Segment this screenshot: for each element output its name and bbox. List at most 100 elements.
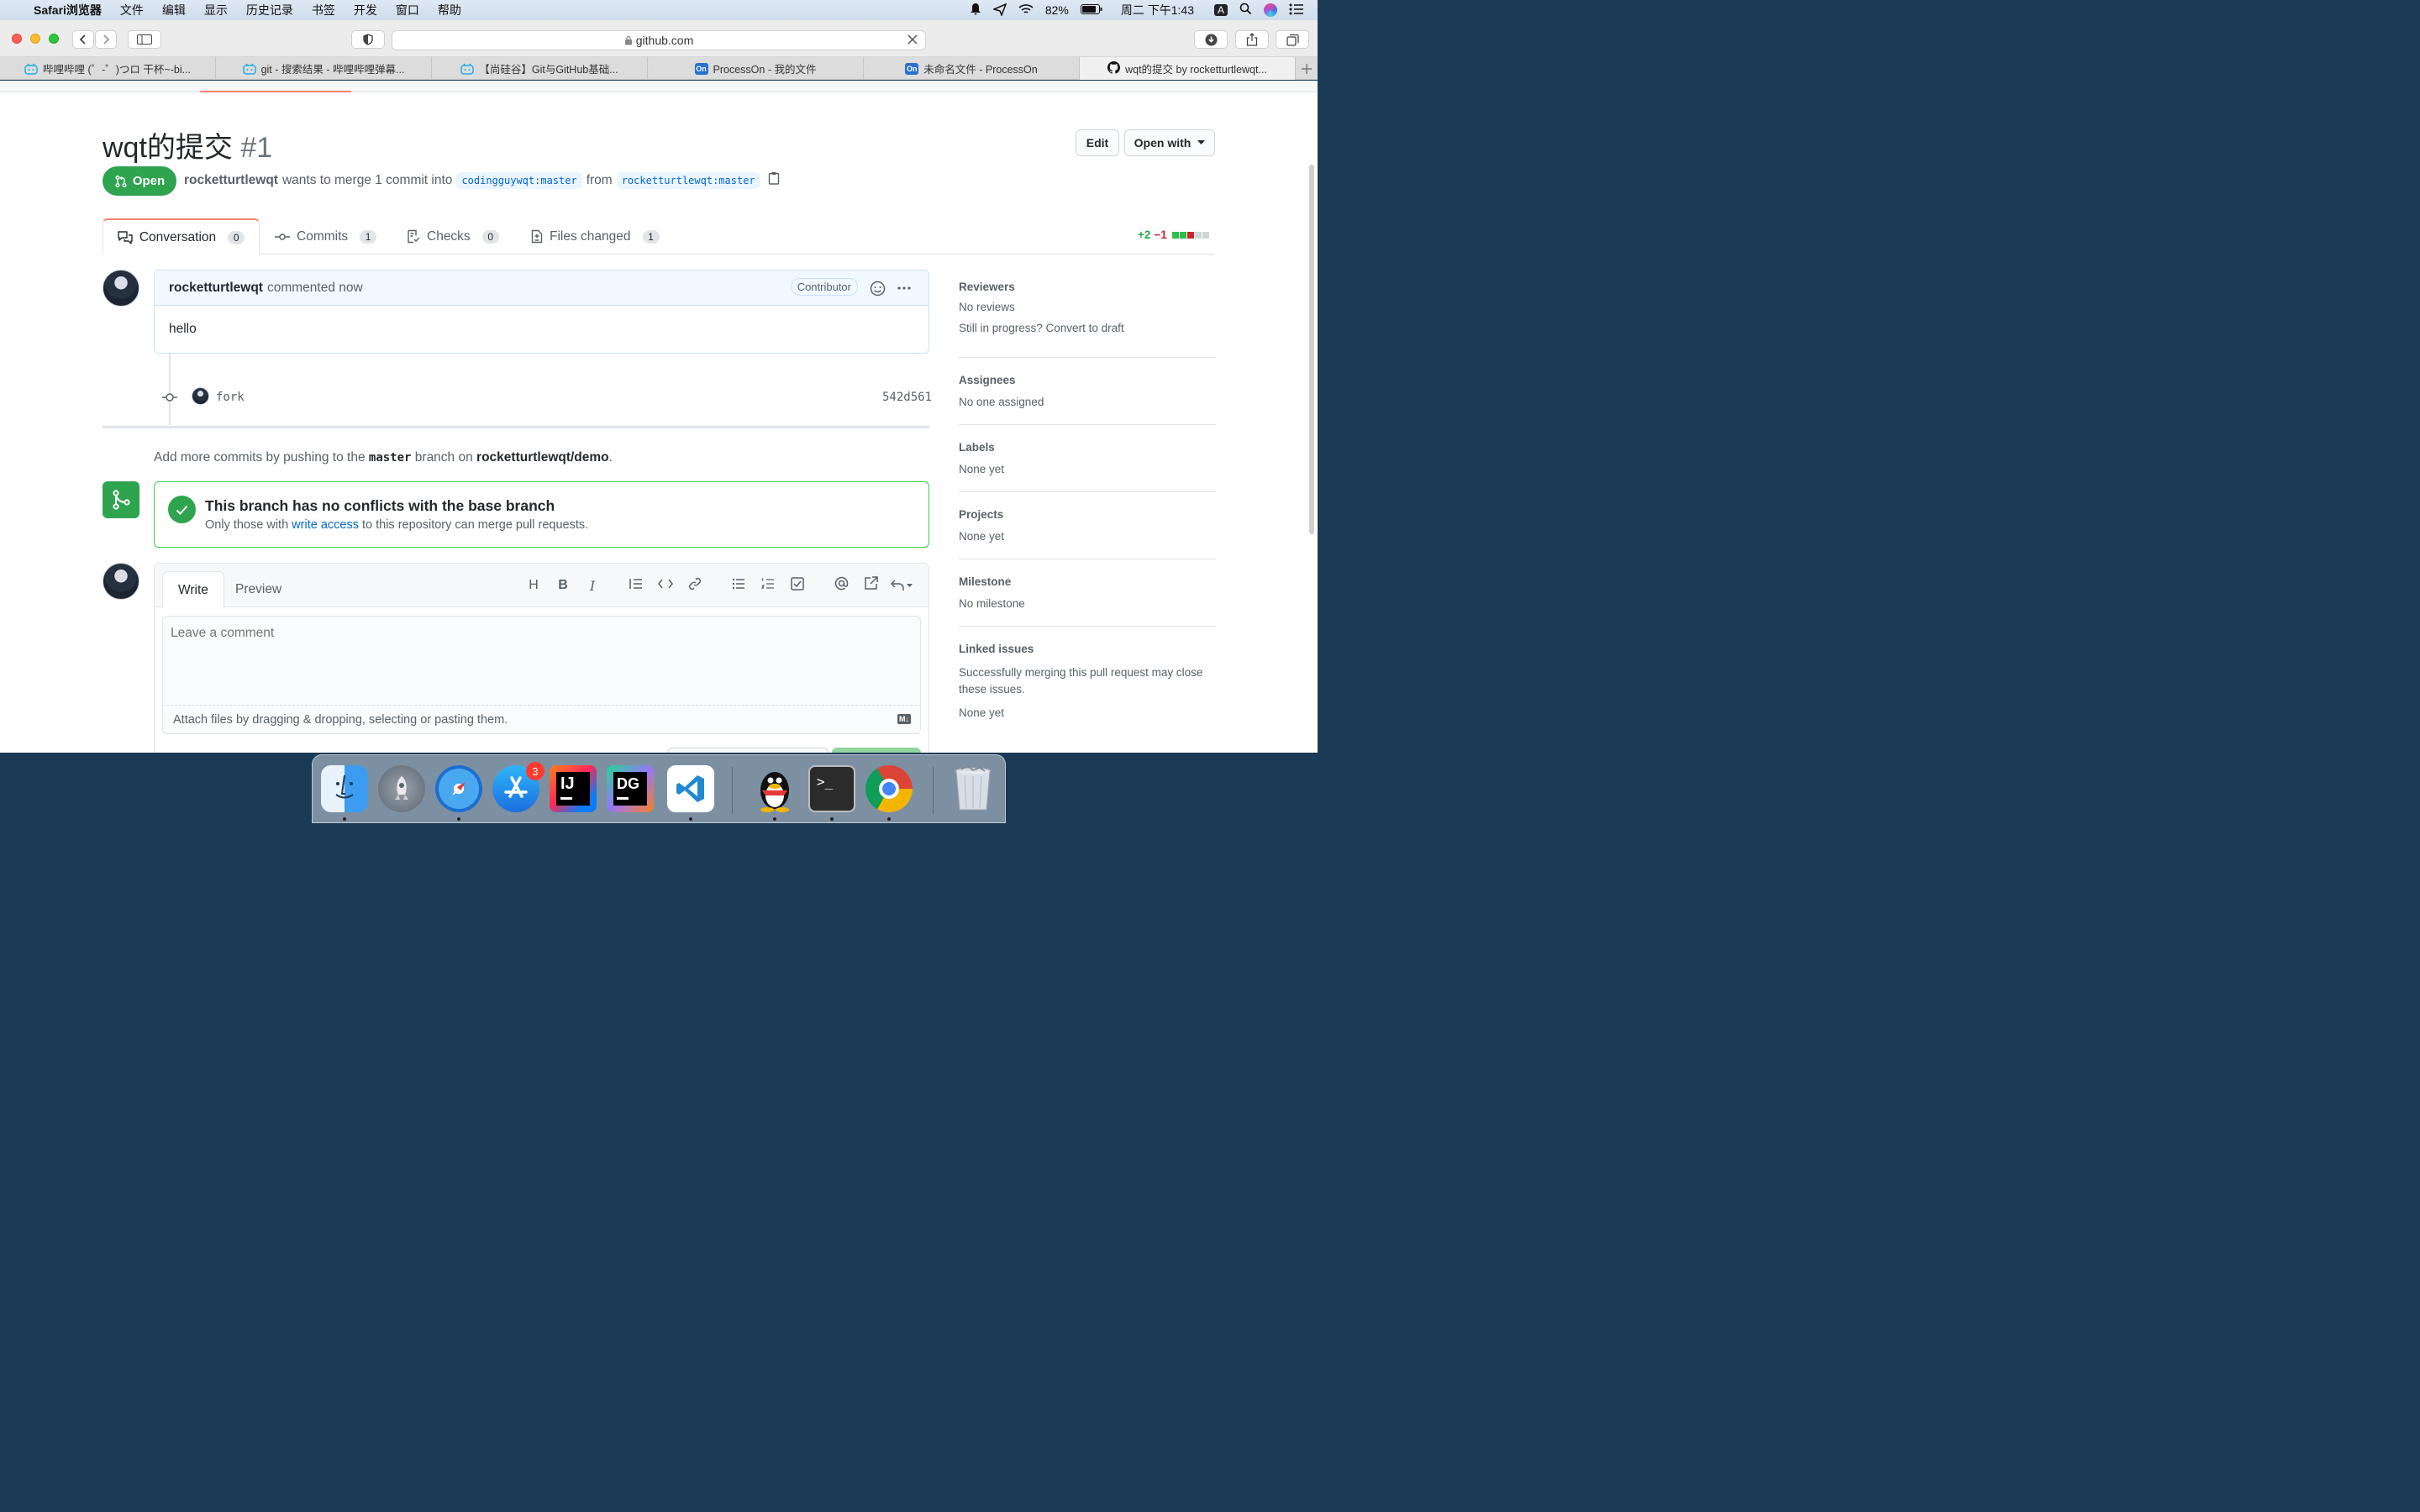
- browser-tab[interactable]: 哔哩哔哩 (゜-゜)つロ 干杯~-bi...: [0, 57, 216, 80]
- siri-icon[interactable]: [1264, 3, 1277, 17]
- download-icon: [1205, 34, 1217, 45]
- commit-author-avatar[interactable]: [192, 387, 209, 405]
- clear-url-icon[interactable]: [907, 34, 918, 48]
- comment-author-link[interactable]: rocketturtlewqt: [169, 281, 263, 296]
- reaction-smiley-icon[interactable]: [870, 281, 886, 301]
- battery-icon[interactable]: [1080, 3, 1102, 17]
- input-method-icon[interactable]: A: [1213, 4, 1228, 16]
- write-access-link[interactable]: write access: [292, 518, 359, 532]
- spotlight-search-icon[interactable]: [1239, 3, 1252, 18]
- push-hint-repo-link[interactable]: rocketturtlewqt/demo: [476, 450, 609, 465]
- comment-textarea[interactable]: [162, 616, 921, 706]
- bell-icon[interactable]: [970, 3, 981, 18]
- sidebar-heading[interactable]: Projects: [959, 508, 1216, 521]
- control-center-icon[interactable]: [1289, 3, 1304, 18]
- back-button[interactable]: [72, 30, 94, 49]
- comment-submit-button[interactable]: [832, 748, 921, 753]
- bold-icon[interactable]: B: [554, 578, 572, 593]
- wifi-icon[interactable]: [1018, 3, 1034, 18]
- zoom-window-button[interactable]: [49, 34, 59, 44]
- task-list-icon[interactable]: [788, 576, 807, 595]
- browser-tab[interactable]: On ProcessOn - 我的文件: [648, 57, 864, 80]
- avatar[interactable]: [103, 563, 139, 600]
- tab-checks[interactable]: Checks 0: [407, 218, 499, 255]
- qq-icon[interactable]: [751, 765, 798, 812]
- kebab-menu-icon[interactable]: [897, 281, 912, 300]
- code-icon[interactable]: [656, 578, 675, 593]
- head-branch-ref[interactable]: rocketturtlewqt:master: [616, 171, 760, 189]
- mention-icon[interactable]: [832, 576, 850, 595]
- menu-item-window[interactable]: 窗口: [396, 2, 419, 18]
- launchpad-icon[interactable]: [378, 765, 425, 812]
- finder-icon[interactable]: [321, 765, 368, 812]
- tab-conversation[interactable]: Conversation 0: [103, 218, 260, 255]
- browser-tab[interactable]: On 未命名文件 - ProcessOn: [864, 57, 1080, 80]
- intellij-idea-icon[interactable]: IJ: [550, 765, 597, 812]
- privacy-report-button[interactable]: [351, 30, 385, 49]
- tab-commits[interactable]: Commits 1: [275, 218, 377, 255]
- quote-icon[interactable]: [627, 578, 645, 594]
- numbered-list-icon[interactable]: [759, 578, 777, 594]
- close-pr-button[interactable]: [667, 748, 829, 753]
- sidebar-heading[interactable]: Milestone: [959, 575, 1216, 588]
- copy-branch-icon[interactable]: [768, 171, 780, 189]
- forward-button[interactable]: [95, 30, 117, 49]
- trash-icon[interactable]: [950, 765, 997, 812]
- commit-message-link[interactable]: fork: [216, 391, 245, 404]
- saved-replies-icon[interactable]: [891, 580, 916, 591]
- sidebar-divider: [959, 626, 1216, 627]
- attach-files-bar[interactable]: Attach files by dragging & dropping, sel…: [162, 706, 921, 734]
- preview-tab[interactable]: Preview: [235, 582, 281, 597]
- cross-reference-icon[interactable]: [861, 576, 880, 595]
- menu-app-name[interactable]: Safari浏览器: [34, 2, 102, 18]
- menu-item-view[interactable]: 显示: [204, 2, 228, 18]
- heading-icon[interactable]: H: [524, 578, 543, 593]
- vscode-icon[interactable]: [667, 765, 714, 812]
- safari-icon[interactable]: [435, 765, 482, 812]
- bulleted-list-icon[interactable]: [729, 578, 748, 594]
- menu-item-edit[interactable]: 编辑: [162, 2, 186, 18]
- pr-author-link[interactable]: rocketturtlewqt: [184, 173, 278, 188]
- sidebar-heading[interactable]: Assignees: [959, 374, 1216, 386]
- edit-title-button[interactable]: Edit: [1076, 129, 1119, 156]
- send-icon[interactable]: [992, 3, 1007, 18]
- page-scrollbar[interactable]: [1309, 165, 1314, 534]
- menu-item-file[interactable]: 文件: [120, 2, 144, 18]
- sidebar-projects: Projects None yet: [959, 508, 1216, 543]
- address-bar[interactable]: github.com: [392, 30, 926, 50]
- markdown-icon[interactable]: M↓: [897, 714, 911, 724]
- sidebar-heading[interactable]: Reviewers: [959, 281, 1216, 293]
- menu-item-help[interactable]: 帮助: [438, 2, 461, 18]
- menu-item-bookmarks[interactable]: 书签: [312, 2, 335, 18]
- comment-time[interactable]: commented now: [267, 281, 363, 296]
- sidebar-heading[interactable]: Linked issues: [959, 643, 1216, 655]
- tab-overview-button[interactable]: [1276, 30, 1309, 49]
- italic-icon[interactable]: I: [583, 578, 602, 594]
- merge-title: This branch has no conflicts with the ba…: [205, 497, 555, 514]
- browser-tab[interactable]: git - 搜索结果 - 哔哩哔哩弹幕...: [216, 57, 432, 80]
- link-icon[interactable]: [686, 577, 704, 595]
- commit-sha-link[interactable]: 542d561: [882, 391, 932, 404]
- browser-tab-active[interactable]: wqt的提交 by rocketturtlewqt...: [1080, 57, 1296, 80]
- share-button[interactable]: [1235, 30, 1269, 49]
- chrome-icon[interactable]: [865, 765, 913, 812]
- avatar[interactable]: [103, 270, 139, 307]
- terminal-icon[interactable]: >_: [808, 765, 855, 812]
- minimize-window-button[interactable]: [30, 34, 40, 44]
- tab-files-changed[interactable]: Files changed 1: [531, 218, 660, 255]
- sidebar-toggle-button[interactable]: [128, 30, 161, 49]
- sidebar-heading[interactable]: Labels: [959, 441, 1216, 454]
- convert-to-draft-link[interactable]: Still in progress? Convert to draft: [959, 322, 1216, 334]
- menu-item-history[interactable]: 历史记录: [246, 2, 293, 18]
- menu-item-develop[interactable]: 开发: [354, 2, 377, 18]
- browser-tab[interactable]: 【尚硅谷】Git与GitHub基础...: [432, 57, 648, 80]
- datagrip-icon[interactable]: DG: [607, 765, 654, 812]
- new-tab-button[interactable]: [1296, 57, 1318, 80]
- pr-title-text: wqt的提交: [103, 132, 233, 164]
- base-branch-ref[interactable]: codingguywqt:master: [456, 171, 582, 189]
- write-tab[interactable]: Write: [162, 571, 224, 608]
- close-window-button[interactable]: [12, 34, 22, 44]
- downloads-button[interactable]: [1194, 30, 1228, 49]
- datetime[interactable]: 周二 下午1:43: [1121, 2, 1194, 18]
- open-with-button[interactable]: Open with: [1124, 129, 1215, 156]
